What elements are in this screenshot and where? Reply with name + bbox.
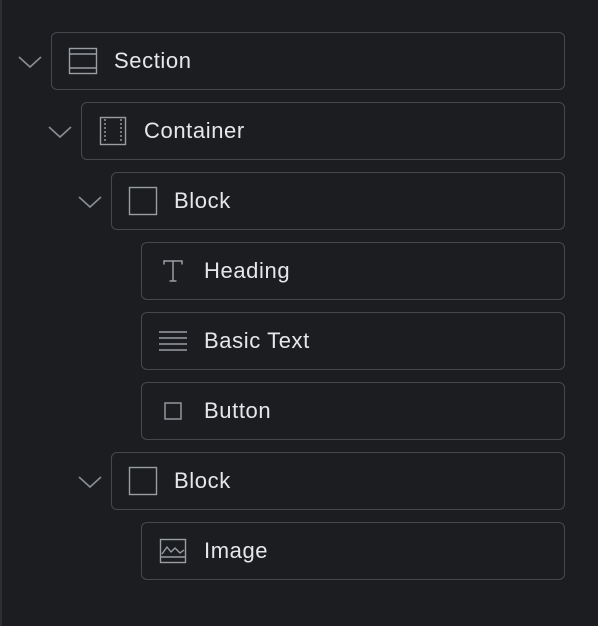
chevron-down-icon[interactable] [75, 187, 105, 217]
block-icon [127, 185, 159, 217]
tree-item-label: Image [204, 538, 269, 563]
tree-item-label: Container [144, 118, 245, 143]
section-icon [67, 45, 99, 77]
chevron-down-icon[interactable] [45, 117, 75, 147]
tree-item-basic-text[interactable]: Basic Text [141, 312, 565, 370]
chevron-down-icon[interactable] [75, 467, 105, 497]
tree-item-label: Heading [204, 258, 291, 283]
navigator-tree: Section Container Block Heading Basic Te… [0, 0, 598, 626]
heading-icon [157, 255, 189, 287]
tree-item-section[interactable]: Section [51, 32, 565, 90]
tree-item-container[interactable]: Container [81, 102, 565, 160]
tree-item-label: Button [204, 398, 272, 423]
tree-item-button[interactable]: Button [141, 382, 565, 440]
tree-item-label: Section [114, 48, 192, 73]
tree-item-image[interactable]: Image [141, 522, 565, 580]
image-icon [157, 535, 189, 567]
tree-item-block[interactable]: Block [111, 172, 565, 230]
tree-item-block[interactable]: Block [111, 452, 565, 510]
paragraph-icon [157, 325, 189, 357]
tree-item-label: Block [174, 188, 231, 213]
container-icon [97, 115, 129, 147]
tree-item-heading[interactable]: Heading [141, 242, 565, 300]
button-icon [157, 395, 189, 427]
tree-item-label: Block [174, 468, 231, 493]
block-icon [127, 465, 159, 497]
chevron-down-icon[interactable] [15, 47, 45, 77]
tree-item-label: Basic Text [204, 328, 310, 353]
